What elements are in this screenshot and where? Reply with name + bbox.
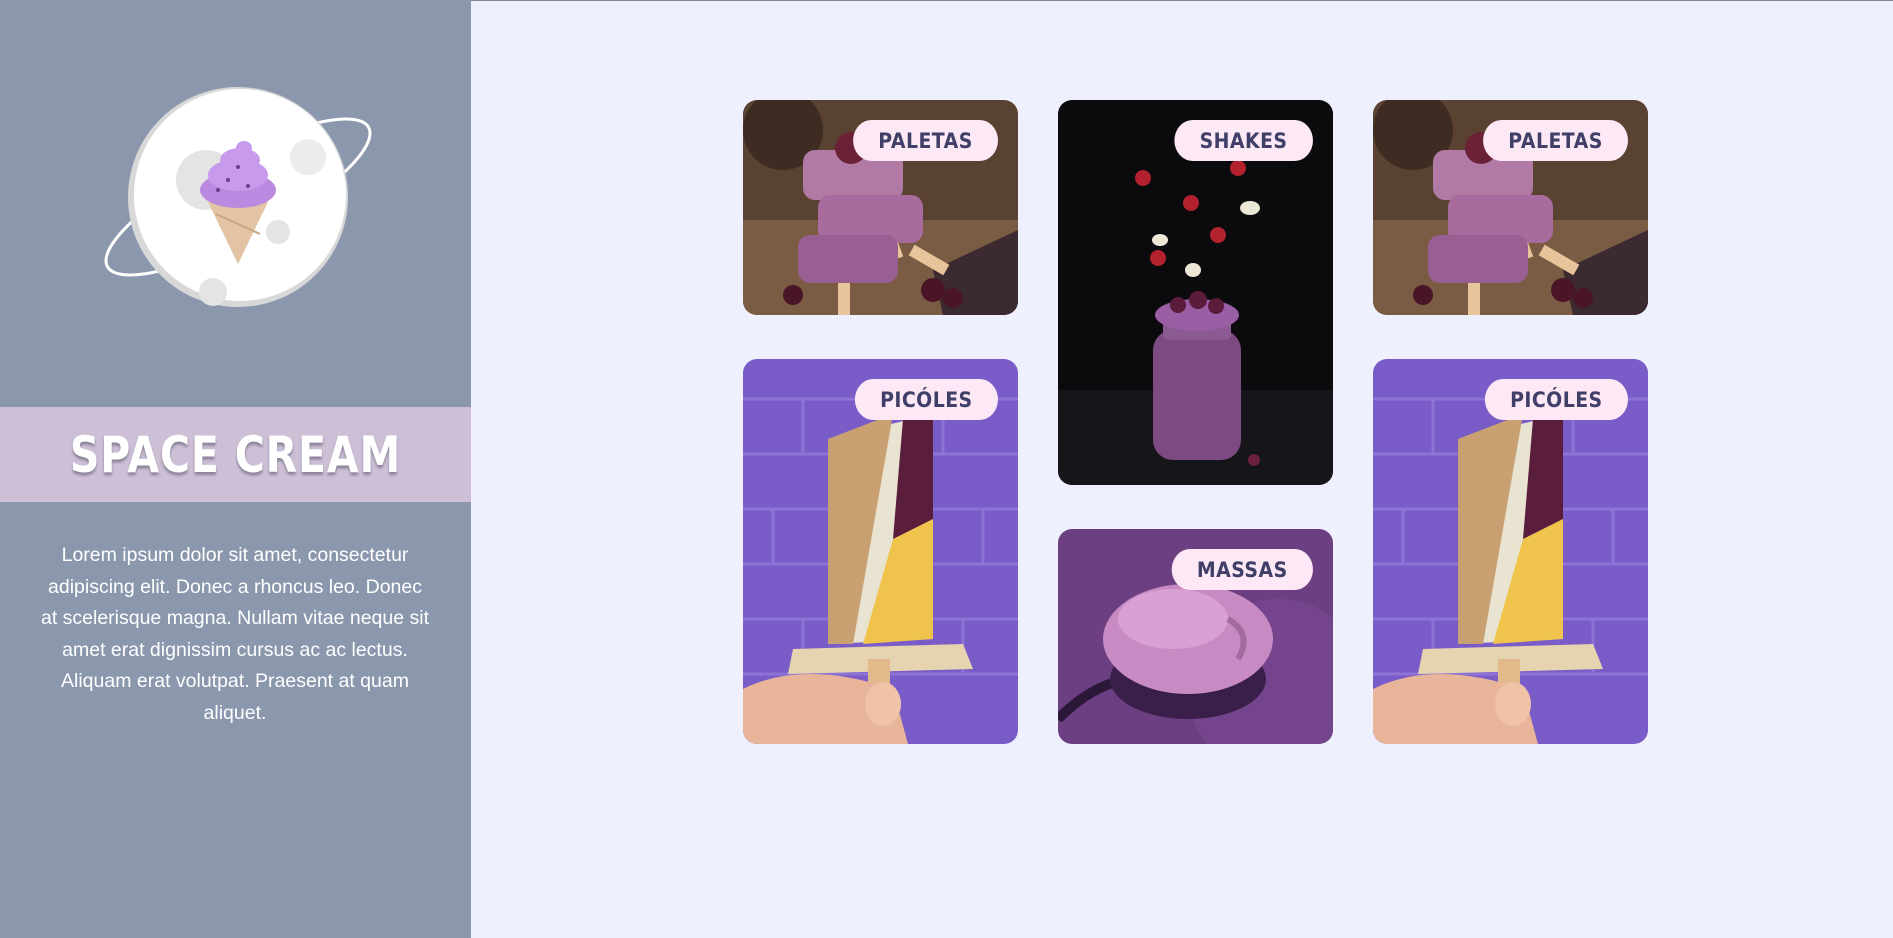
category-tag: PICÓLES	[1485, 379, 1628, 420]
category-tag: PALETAS	[1483, 120, 1628, 161]
category-card-picoles[interactable]: PICÓLES	[1373, 359, 1648, 744]
sidebar: SPACE CREAM Lorem ipsum dolor sit amet, …	[0, 0, 471, 938]
brand-title: SPACE CREAM	[69, 425, 402, 484]
category-tag: PICÓLES	[855, 379, 998, 420]
ice-cream-planet-icon[interactable]	[88, 82, 388, 322]
brand-description: Lorem ipsum dolor sit amet, consectetur …	[40, 544, 430, 724]
category-tag: SHAKES	[1174, 120, 1313, 161]
category-tag: MASSAS	[1171, 549, 1313, 590]
category-card-massas[interactable]: MASSAS	[1058, 529, 1333, 744]
category-tag: PALETAS	[853, 120, 998, 161]
category-card-paletas[interactable]: PALETAS	[1373, 100, 1648, 315]
category-card-paletas[interactable]: PALETAS	[743, 100, 1018, 315]
category-card-shakes[interactable]: SHAKES	[1058, 100, 1333, 485]
category-card-picoles[interactable]: PICÓLES	[743, 359, 1018, 744]
